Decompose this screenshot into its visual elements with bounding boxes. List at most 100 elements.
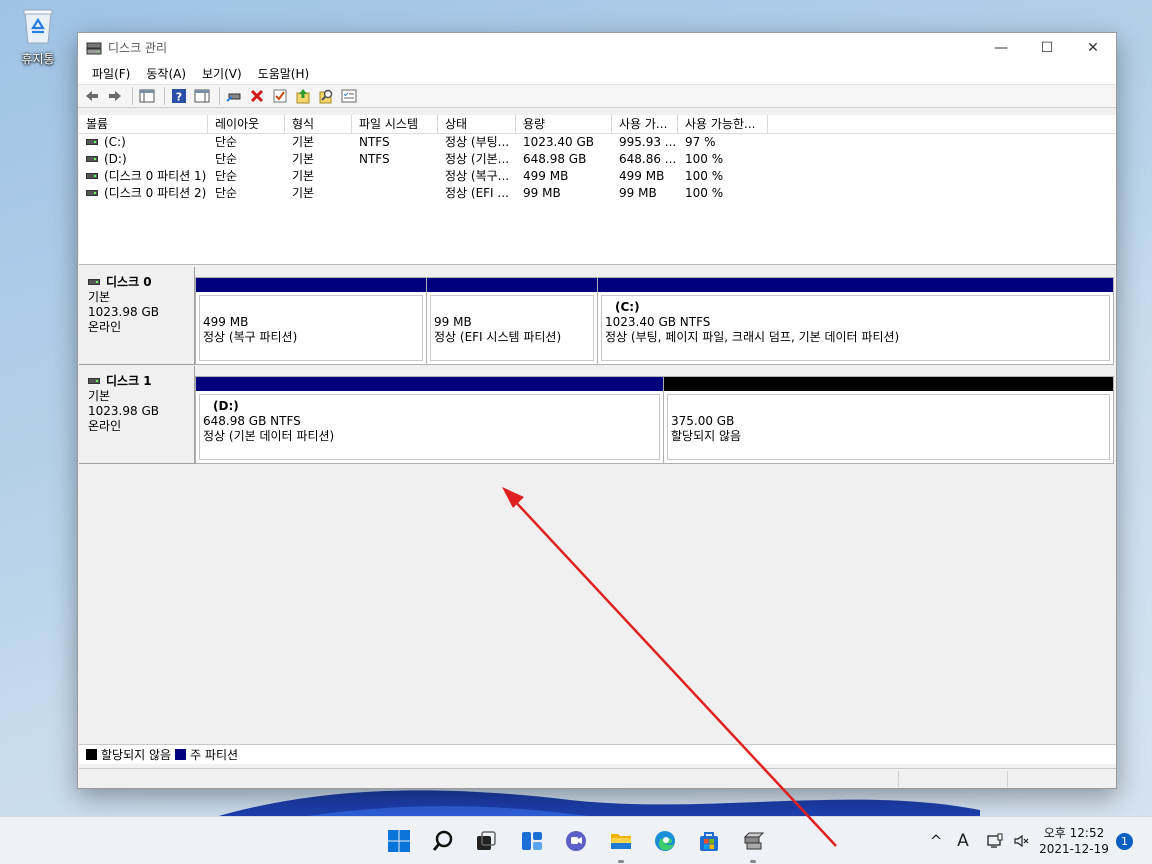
disk-management-taskbar-button[interactable] (737, 825, 769, 863)
drive-icon (86, 155, 98, 162)
forward-button[interactable] (105, 86, 125, 106)
partition-efi[interactable]: 99 MB 정상 (EFI 시스템 파티션) (426, 277, 598, 365)
search-button[interactable] (316, 86, 336, 106)
volume-row[interactable]: (D:) 단순 기본 NTFS 정상 (기본... 648.98 GB 648.… (79, 151, 1116, 168)
partition-bar (196, 278, 426, 292)
title-bar[interactable]: 디스크 관리 — ☐ ✕ (78, 33, 1116, 62)
volume-row[interactable]: (디스크 0 파티션 2) 단순 기본 정상 (EFI ... 99 MB 99… (79, 185, 1116, 202)
partition-size: 1023.40 GB NTFS (605, 315, 711, 329)
disk-1-label[interactable]: 디스크 1 기본 1023.98 GB 온라인 (79, 366, 195, 464)
file-system-cell (352, 185, 438, 202)
partition-size: 499 MB (203, 315, 249, 329)
menu-bar: 파일(F) 동작(A) 보기(V) 도움말(H) (78, 62, 1116, 84)
show-hidden-icons-button[interactable]: ^ (925, 817, 947, 864)
export-button[interactable] (293, 86, 313, 106)
minimize-button[interactable]: — (978, 33, 1024, 62)
volume-name-cell: (D:) (79, 151, 208, 168)
delete-button[interactable] (247, 86, 267, 106)
task-view-button[interactable] (470, 825, 502, 857)
show-hide-console-tree-button[interactable] (137, 86, 157, 106)
ime-indicator[interactable]: A (952, 817, 974, 864)
maximize-button[interactable]: ☐ (1024, 33, 1070, 62)
type-cell: 기본 (292, 186, 315, 200)
menu-help[interactable]: 도움말(H) (250, 65, 318, 82)
volume-name-cell: (디스크 0 파티션 2) (79, 185, 208, 202)
column-capacity[interactable]: 용량 (516, 115, 612, 134)
widgets-button[interactable] (516, 825, 548, 857)
properties-pane-button[interactable] (192, 86, 212, 106)
percent-free-cell: 97 % (685, 135, 716, 149)
volume-row[interactable]: (C:) 단순 기본 NTFS 정상 (부팅... 1023.40 GB 995… (79, 134, 1116, 151)
drive-icon (86, 138, 98, 145)
disk-size: 1023.98 GB (88, 404, 159, 418)
column-status[interactable]: 상태 (438, 115, 516, 134)
disk-icon (88, 377, 100, 384)
disk-icon (88, 278, 100, 285)
help-icon: ? (172, 89, 186, 104)
connect-drive-button[interactable] (224, 86, 244, 106)
partition-name: (D:) (213, 399, 239, 413)
disk-0-label[interactable]: 디스크 0 기본 1023.98 GB 온라인 (79, 267, 195, 365)
layout-cell: 단순 (215, 186, 238, 200)
partition-bar (598, 278, 1113, 292)
forward-icon (109, 91, 121, 101)
status-cell: 정상 (부팅... (445, 135, 510, 149)
disk-size: 1023.98 GB (88, 305, 159, 319)
menu-action[interactable]: 동작(A) (138, 65, 194, 82)
column-volume[interactable]: 볼륨 (79, 115, 208, 134)
partition-d[interactable]: (D:) 648.98 GB NTFS 정상 (기본 데이터 파티션) (195, 376, 664, 464)
disk-status: 온라인 (88, 419, 122, 433)
clock[interactable]: 오후 12:52 2021-12-19 (1036, 825, 1112, 857)
partition-c[interactable]: (C:) 1023.40 GB NTFS 정상 (부팅, 페이지 파일, 크래시… (597, 277, 1114, 365)
chat-button[interactable] (560, 825, 592, 857)
volume-name-cell: (C:) (79, 134, 208, 151)
back-button[interactable] (82, 86, 102, 106)
window-title: 디스크 관리 (108, 41, 168, 55)
recycle-bin-desktop-icon[interactable]: 휴지통 (10, 8, 66, 67)
chat-icon (566, 831, 586, 851)
disk-graphical-view: 디스크 0 기본 1023.98 GB 온라인 499 MB 정상 (복구 파티… (79, 267, 1116, 743)
layout-cell: 단순 (215, 152, 238, 166)
menu-view[interactable]: 보기(V) (194, 65, 250, 82)
help-button[interactable]: ? (169, 86, 189, 106)
start-button[interactable] (383, 825, 415, 857)
network-button[interactable] (984, 817, 1006, 864)
unallocated-swatch (86, 749, 97, 760)
column-percent-free[interactable]: 사용 가능한... (678, 115, 768, 134)
partition-name: (C:) (615, 300, 640, 314)
check-button[interactable] (270, 86, 290, 106)
column-file-system[interactable]: 파일 시스템 (352, 115, 438, 134)
close-button[interactable]: ✕ (1070, 33, 1116, 62)
search-taskbar-button[interactable] (427, 825, 459, 857)
volume-row[interactable]: (디스크 0 파티션 1) 단순 기본 정상 (복구... 499 MB 499… (79, 168, 1116, 185)
partition-status: 할당되지 않음 (671, 429, 742, 443)
partition-bar (664, 377, 1113, 391)
legend-unallocated: 할당되지 않음 (101, 748, 172, 762)
menu-file[interactable]: 파일(F) (84, 65, 138, 82)
unallocated-space[interactable]: 375.00 GB 할당되지 않음 (663, 376, 1114, 464)
type-cell: 기본 (292, 152, 315, 166)
file-explorer-button[interactable] (605, 825, 637, 863)
edge-icon (655, 831, 675, 851)
properties-pane-icon (194, 89, 210, 103)
capacity-cell: 648.98 GB (523, 152, 587, 166)
file-system-cell: NTFS (359, 152, 390, 166)
partition-status: 정상 (부팅, 페이지 파일, 크래시 덤프, 기본 데이터 파티션) (605, 330, 900, 344)
capacity-cell: 99 MB (523, 186, 561, 200)
partition-status: 정상 (복구 파티션) (203, 330, 298, 344)
volume-button[interactable] (1010, 817, 1032, 864)
partition-recovery[interactable]: 499 MB 정상 (복구 파티션) (195, 277, 427, 365)
search-icon (319, 89, 333, 104)
percent-free-cell: 100 % (685, 186, 724, 200)
column-free-space[interactable]: 사용 가... (612, 115, 678, 134)
notification-badge[interactable]: 1 (1116, 833, 1133, 850)
toolbar-separator (164, 87, 165, 105)
list-button[interactable] (339, 86, 359, 106)
percent-free-cell: 100 % (685, 152, 724, 166)
column-layout[interactable]: 레이아웃 (208, 115, 285, 134)
disk-0-row: 디스크 0 기본 1023.98 GB 온라인 499 MB 정상 (복구 파티… (79, 267, 1116, 365)
store-button[interactable] (693, 825, 725, 857)
edge-button[interactable] (649, 825, 681, 857)
status-cell: 정상 (복구... (445, 169, 510, 183)
column-type[interactable]: 형식 (285, 115, 352, 134)
